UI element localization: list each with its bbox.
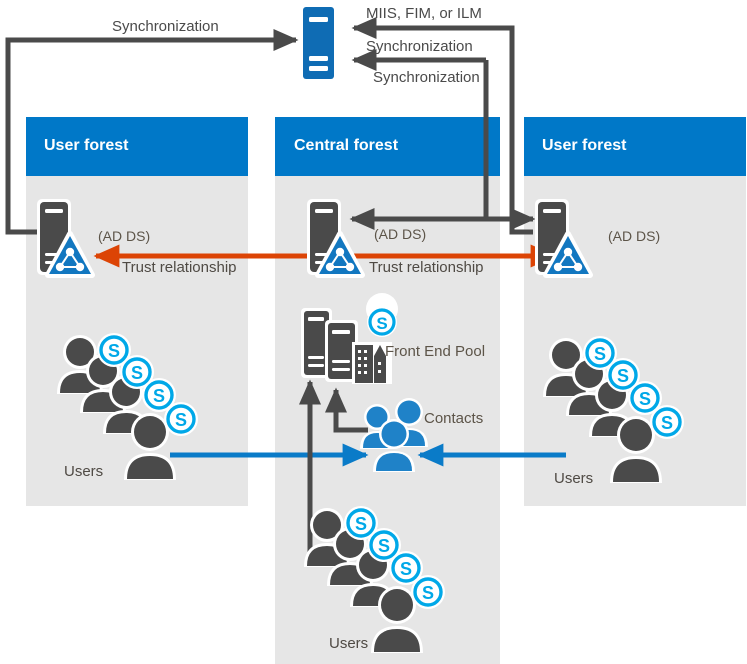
skype-logo-icon-front-end-pool: S (366, 293, 398, 337)
svg-text:S: S (594, 344, 606, 364)
label-trust-right: Trust relationship (369, 259, 484, 276)
label-adds-right: (AD DS) (608, 228, 661, 244)
label-contacts: Contacts (424, 410, 484, 427)
svg-text:S: S (422, 583, 434, 603)
panel-title-left-user-forest: User forest (44, 137, 129, 154)
label-trust-left: Trust relationship (122, 259, 237, 276)
diagram-graphics: S S S S S S S S S S S S S (5, 7, 746, 664)
diagram-canvas: S S S S S S S S S S S S S Synchronizatio… (0, 0, 747, 664)
label-front-end-pool: Front End Pool (385, 343, 486, 360)
svg-text:S: S (400, 559, 412, 579)
sync-server-icon (303, 7, 334, 79)
label-adds-left: (AD DS) (98, 228, 151, 244)
svg-text:S: S (355, 514, 367, 534)
svg-text:S: S (661, 413, 673, 433)
label-adds-central: (AD DS) (374, 226, 427, 242)
svg-text:S: S (378, 536, 390, 556)
svg-text:S: S (175, 410, 187, 430)
label-users-left: Users (64, 463, 104, 480)
skype-logo-icon: S (411, 575, 445, 609)
panel-title-right-user-forest: User forest (542, 137, 627, 154)
label-sync-middle: Synchronization (366, 38, 473, 55)
label-miis-fim-ilm: MIIS, FIM, or ILM (366, 5, 482, 22)
svg-text:S: S (108, 341, 120, 361)
panel-left-user-forest (26, 117, 248, 506)
label-sync-left-to-central: Synchronization (112, 18, 219, 35)
svg-text:S: S (376, 314, 387, 333)
skype-logo-icon: S (164, 402, 198, 436)
label-sync-bottom: Synchronization (373, 69, 480, 86)
label-users-right: Users (554, 470, 594, 487)
svg-text:S: S (617, 366, 629, 386)
svg-text:S: S (131, 363, 143, 383)
svg-text:S: S (153, 386, 165, 406)
skype-logo-icon: S (650, 405, 684, 439)
svg-text:S: S (639, 389, 651, 409)
label-users-central: Users (329, 635, 369, 652)
panel-title-central-forest: Central forest (294, 137, 399, 154)
